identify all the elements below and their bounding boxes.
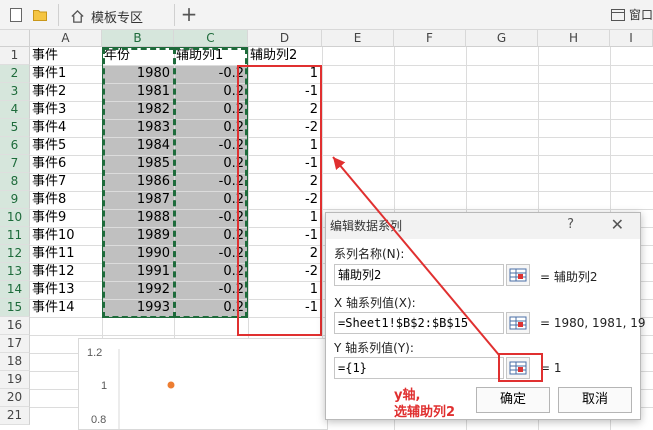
annotation-line-2: 选辅助列2 xyxy=(394,405,456,420)
row-header[interactable]: 21 xyxy=(0,407,30,425)
annotation-text: y轴, 选辅助列2 xyxy=(394,387,455,421)
range-select-icon xyxy=(509,316,527,330)
event-cell[interactable]: 事件3 xyxy=(30,101,102,119)
row-header[interactable]: 12 xyxy=(0,245,30,263)
y-values-input[interactable]: ={1} xyxy=(334,357,504,379)
y-values-label: Y 轴系列值(Y): xyxy=(334,341,414,355)
row-header[interactable]: 14 xyxy=(0,281,30,299)
chart-area[interactable]: 1.2 1 0.8 xyxy=(78,338,328,430)
column-header-b[interactable]: B xyxy=(102,30,174,47)
dialog-title: 编辑数据系列 xyxy=(326,213,640,239)
tab-divider xyxy=(58,4,59,26)
event-cell[interactable]: 事件8 xyxy=(30,191,102,209)
event-cell[interactable]: 事件14 xyxy=(30,299,102,317)
column-header-i[interactable]: I xyxy=(610,30,653,47)
event-cell[interactable]: 事件11 xyxy=(30,245,102,263)
event-cell[interactable]: 事件10 xyxy=(30,227,102,245)
close-button[interactable]: ✕ xyxy=(611,215,624,234)
cancel-button[interactable]: 取消 xyxy=(558,387,632,413)
column-header-e[interactable]: E xyxy=(322,30,394,47)
series-name-range-picker[interactable] xyxy=(506,264,530,286)
row-header[interactable]: 18 xyxy=(0,353,30,371)
event-cell[interactable]: 事件7 xyxy=(30,173,102,191)
x-values-input[interactable]: =Sheet1!$B$2:$B$15 xyxy=(334,312,504,334)
row-header[interactable]: 7 xyxy=(0,155,30,173)
folder-icon[interactable] xyxy=(32,7,48,23)
row-header[interactable]: 5 xyxy=(0,119,30,137)
tab-bar: 模板专区 + 窗口 xyxy=(0,0,653,30)
row-header[interactable]: 13 xyxy=(0,263,30,281)
column-header-a[interactable]: A xyxy=(30,30,102,47)
y-tick-label: 1 xyxy=(101,380,107,392)
window-icon xyxy=(610,8,625,21)
row-header[interactable]: 20 xyxy=(0,389,30,407)
row-header[interactable]: 1 xyxy=(0,47,30,65)
tab-template-label: 模板专区 xyxy=(91,10,144,26)
range-select-icon xyxy=(509,268,527,282)
chart-data-point[interactable] xyxy=(167,381,175,389)
event-cell[interactable]: 事件1 xyxy=(30,65,102,83)
row-header[interactable]: 10 xyxy=(0,209,30,227)
x-values-preview: = 1980, 1981, 19 xyxy=(540,316,646,330)
column-header-c[interactable]: C xyxy=(174,30,248,47)
series-name-input[interactable]: 辅助列2 xyxy=(334,264,504,286)
annotation-line-1: y轴, xyxy=(394,388,421,403)
row-header[interactable]: 11 xyxy=(0,227,30,245)
cell-a1[interactable]: 事件 xyxy=(30,47,102,65)
y-tick-label: 0.8 xyxy=(91,414,106,426)
row-header[interactable]: 19 xyxy=(0,371,30,389)
row-header[interactable]: 4 xyxy=(0,101,30,119)
new-tab-button[interactable]: + xyxy=(178,4,200,26)
y-values-preview: = 1 xyxy=(540,361,562,375)
event-cell[interactable]: 事件12 xyxy=(30,263,102,281)
row-header[interactable]: 2 xyxy=(0,65,30,83)
copy-marquee-b xyxy=(103,48,175,318)
column-header-g[interactable]: G xyxy=(466,30,538,47)
event-cell[interactable]: 事件2 xyxy=(30,83,102,101)
series-name-label: 系列名称(N): xyxy=(334,247,405,261)
tab-template-zone[interactable]: 模板专区 xyxy=(62,2,174,30)
column-header-f[interactable]: F xyxy=(394,30,466,47)
help-button[interactable]: ? xyxy=(567,217,574,232)
home-icon xyxy=(71,9,84,23)
highlight-aux2-range xyxy=(237,65,322,336)
select-all-corner[interactable] xyxy=(0,30,30,47)
y-tick-label: 1.2 xyxy=(87,347,102,359)
event-cell[interactable]: 事件9 xyxy=(30,209,102,227)
cell-d1[interactable]: 辅助列2 xyxy=(248,47,322,65)
x-values-label: X 轴系列值(X): xyxy=(334,296,416,310)
x-values-range-picker[interactable] xyxy=(506,312,530,334)
highlight-y-picker xyxy=(498,353,543,382)
window-menu[interactable]: 窗口 xyxy=(610,6,653,23)
event-cell[interactable]: 事件4 xyxy=(30,119,102,137)
row-header[interactable]: 9 xyxy=(0,191,30,209)
row-header[interactable]: 15 xyxy=(0,299,30,317)
row-header[interactable]: 8 xyxy=(0,173,30,191)
row-header[interactable]: 16 xyxy=(0,317,30,335)
row-header[interactable]: 3 xyxy=(0,83,30,101)
chart-plot: 1.2 1 0.8 xyxy=(87,347,175,430)
column-header-h[interactable]: H xyxy=(538,30,610,47)
window-menu-label: 窗口 xyxy=(628,8,653,22)
document-icon[interactable] xyxy=(8,7,24,23)
column-header-d[interactable]: D xyxy=(248,30,322,47)
row-header[interactable]: 6 xyxy=(0,137,30,155)
edit-series-dialog: 编辑数据系列 ? ✕ 系列名称(N): 辅助列2 = 辅助列2 X 轴系列值(X… xyxy=(325,212,645,420)
series-name-preview: = 辅助列2 xyxy=(540,270,598,284)
event-cell[interactable]: 事件13 xyxy=(30,281,102,299)
event-cell[interactable]: 事件6 xyxy=(30,155,102,173)
tab-divider xyxy=(174,4,175,26)
event-cell[interactable]: 事件5 xyxy=(30,137,102,155)
ok-button[interactable]: 确定 xyxy=(476,387,550,413)
row-header[interactable]: 17 xyxy=(0,335,30,353)
